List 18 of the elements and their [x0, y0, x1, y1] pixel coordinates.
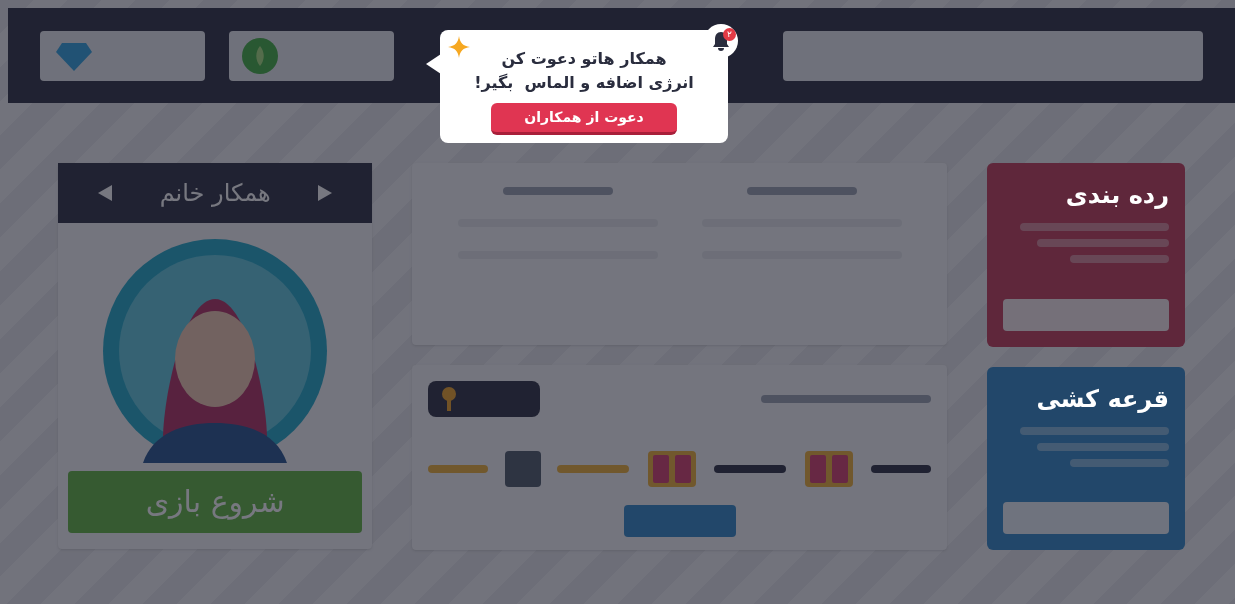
locked-chest-icon [504, 451, 541, 487]
right-arrow-icon[interactable] [318, 185, 333, 201]
card-action-button[interactable] [1003, 298, 1169, 331]
treasure-chest-icon [802, 449, 855, 489]
popup-title-line: همکار هاتو دعوت کن [501, 47, 667, 70]
diamond-icon [56, 40, 92, 71]
progress-segment [871, 465, 932, 473]
sparkle-icon [448, 36, 470, 58]
card-title: رده بندی [1065, 180, 1169, 211]
treasure-chest-icon [645, 449, 698, 489]
left-arrow-icon[interactable] [98, 185, 112, 201]
progress-segment [428, 465, 489, 473]
character-name: همکار خانم [159, 178, 271, 209]
card-title: قرعه کشی [1036, 383, 1169, 415]
popup-title-line: انرژی اضافه و الماس بگیر! [474, 71, 694, 94]
energy-icon [241, 36, 279, 75]
key-icon [440, 386, 459, 412]
invite-colleagues-button[interactable]: دعوت از همکاران [491, 102, 677, 135]
